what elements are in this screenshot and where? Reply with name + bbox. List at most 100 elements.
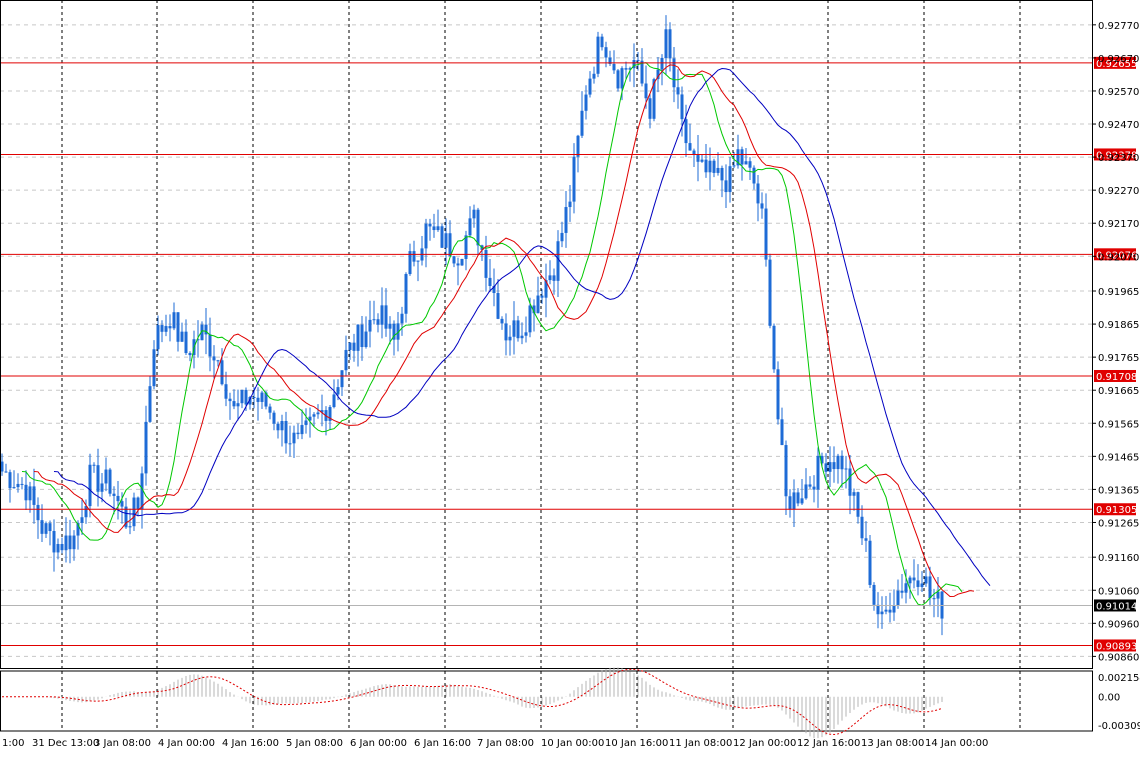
candle-body <box>288 443 292 445</box>
candle-body <box>156 325 160 350</box>
candle-body <box>688 143 692 151</box>
candle-body <box>332 394 336 408</box>
candle-body <box>824 463 828 472</box>
candle-body <box>172 312 176 329</box>
candle-body <box>276 423 280 431</box>
current-price-label: 0.91014 <box>1096 601 1137 612</box>
candle-body <box>360 324 364 348</box>
candle-body <box>720 167 724 181</box>
candle-body <box>460 258 464 266</box>
candle-body <box>128 526 132 528</box>
candle-body <box>752 167 756 184</box>
candle-body <box>312 414 316 417</box>
candle-body <box>340 370 344 388</box>
candle-body <box>800 498 804 504</box>
candle-body <box>16 483 20 488</box>
candle-body <box>32 486 36 505</box>
candle-body <box>700 159 704 162</box>
level-label: 0.90893 <box>1096 641 1137 652</box>
time-tick-label: 11 Jan 08:00 <box>669 738 732 749</box>
candle-body <box>24 484 28 501</box>
candle-body <box>476 209 480 246</box>
price-tick-label: 0.91565 <box>1098 419 1139 430</box>
candle-body <box>528 305 532 333</box>
candle-body <box>164 326 168 332</box>
candle-body <box>612 63 616 71</box>
candle-body <box>44 523 48 534</box>
candle-body <box>220 360 224 385</box>
candle-body <box>284 421 288 444</box>
candle-body <box>908 577 912 584</box>
time-tick-label: 4 Jan 16:00 <box>222 738 279 749</box>
candle-body <box>832 462 836 470</box>
candle-body <box>576 135 580 157</box>
price-tick-label: 0.91465 <box>1098 452 1139 463</box>
candle-body <box>404 274 408 314</box>
candle-body <box>792 492 796 510</box>
price-tick-label: 0.91865 <box>1098 320 1139 331</box>
candle-body <box>464 235 468 259</box>
candle-body <box>596 36 600 74</box>
time-tick-label: 6 Jan 16:00 <box>414 738 471 749</box>
candle-body <box>224 384 228 399</box>
candle-body <box>572 156 576 202</box>
price-tick-label: 0.92770 <box>1098 21 1139 32</box>
candle-body <box>620 68 624 89</box>
price-tick-label: 0.92370 <box>1098 153 1139 164</box>
candle-body <box>160 325 164 332</box>
candle-body <box>920 583 924 587</box>
candle-body <box>100 483 104 492</box>
candle-body <box>236 403 240 407</box>
candle-body <box>760 203 764 209</box>
candle-body <box>368 319 372 332</box>
candle-body <box>272 412 276 424</box>
candle-body <box>148 386 152 422</box>
candle-body <box>588 78 592 95</box>
candle-body <box>816 455 820 490</box>
candle-body <box>60 544 64 551</box>
candle-body <box>348 342 352 350</box>
candle-body <box>280 421 284 431</box>
time-tick-label: 3 Jan 08:00 <box>94 738 151 749</box>
time-tick-label: 14 Jan 00:00 <box>925 738 988 749</box>
forex-chart[interactable]: 0.92655 0.92378 0.92076 0.91708 0.91305 0.908… <box>0 0 1140 757</box>
candle-body <box>860 516 864 539</box>
time-tick-label: 10 Jan 16:00 <box>605 738 668 749</box>
candle-body <box>808 484 812 487</box>
candle-body <box>932 598 936 600</box>
candle-body <box>716 167 720 173</box>
candle-body <box>660 57 664 70</box>
candle-body <box>580 110 584 136</box>
chart-canvas[interactable]: 0.926550.923780.920760.917080.913050.908… <box>0 0 1140 757</box>
candle-body <box>848 468 852 496</box>
candle-body <box>400 313 404 324</box>
candle-body <box>648 98 652 119</box>
candle-body <box>564 207 568 233</box>
candle-body <box>344 349 348 371</box>
candle-body <box>240 389 244 404</box>
candle-body <box>764 208 768 260</box>
candle-body <box>876 604 880 615</box>
candle-body <box>152 349 156 387</box>
candle-body <box>216 360 220 362</box>
candle-body <box>180 331 184 342</box>
time-tick-label: 4 Jan 00:00 <box>158 738 215 749</box>
candle-body <box>788 496 792 510</box>
candle-body <box>380 305 384 325</box>
candle-body <box>452 256 456 264</box>
candle-body <box>168 326 172 329</box>
price-tick-label: 0.91060 <box>1098 586 1139 597</box>
oscillator-tick-label: 0.00 <box>1098 693 1120 704</box>
candle-body <box>624 68 628 70</box>
candle-body <box>440 226 444 248</box>
candle-body <box>112 493 116 496</box>
candle-body <box>412 251 416 262</box>
candle-body <box>256 397 260 402</box>
candle-body <box>556 241 560 281</box>
candle-body <box>852 492 856 496</box>
candle-body <box>616 70 620 89</box>
price-tick-label: 0.92470 <box>1098 120 1139 131</box>
price-tick-label: 0.92670 <box>1098 54 1139 65</box>
candle-body <box>88 464 92 507</box>
candle-body <box>28 486 32 501</box>
